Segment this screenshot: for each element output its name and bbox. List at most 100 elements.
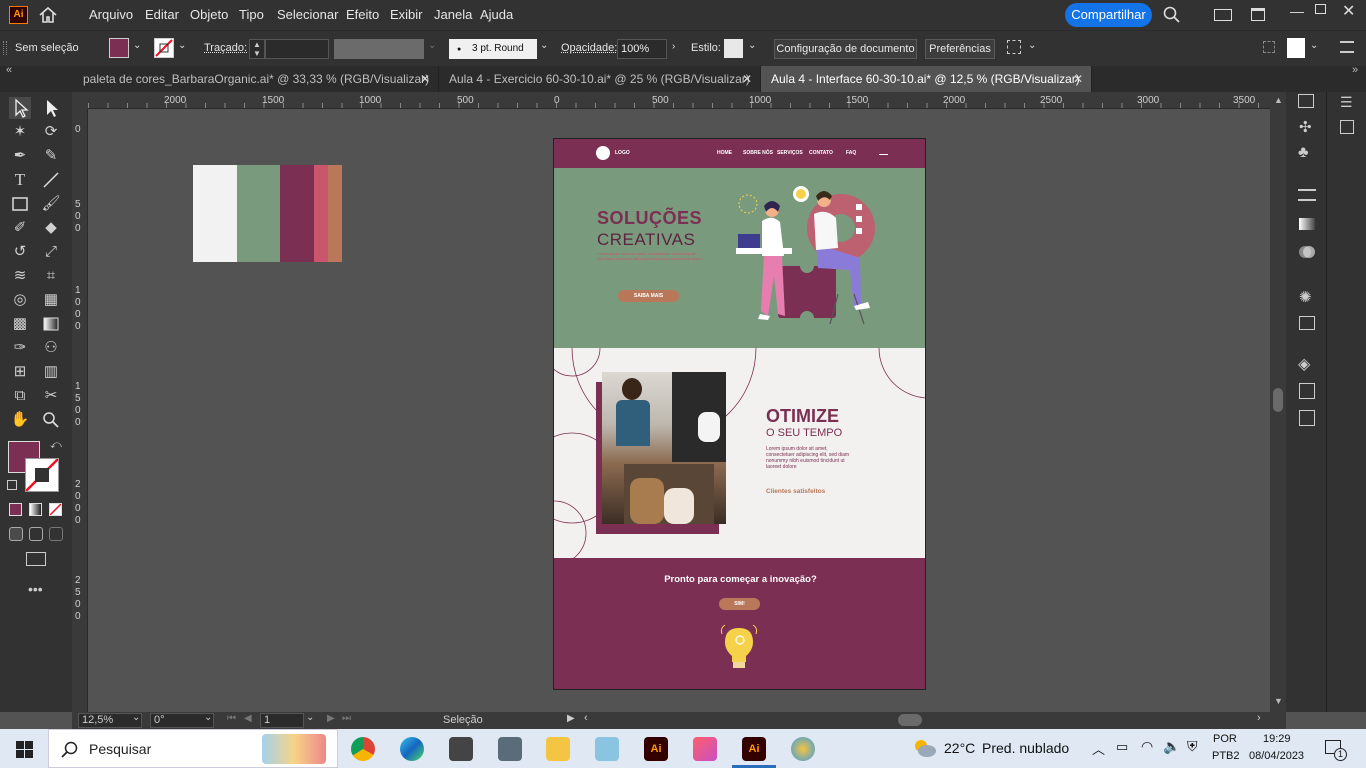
asset-export-icon[interactable] (1299, 316, 1315, 330)
artboard-number-field[interactable]: 1 (260, 713, 304, 728)
menu-ajuda[interactable]: Ajuda (480, 7, 513, 22)
clock-date[interactable]: 08/04/2023 (1249, 750, 1304, 762)
perspective-grid-icon[interactable]: ▦ (40, 289, 62, 311)
artboard[interactable]: LOGO HOME SOBRE NÓS SERVIÇOS CONTATO FAQ… (553, 138, 926, 690)
creative-cloud-icon[interactable] (693, 737, 717, 761)
free-transform-icon[interactable]: ⌗ (40, 265, 62, 287)
ruler-origin[interactable] (72, 92, 88, 109)
stroke-weight-stepper[interactable]: ▲ ▼ (249, 39, 265, 59)
artboards-icon[interactable] (1299, 410, 1315, 426)
shape-builder-icon[interactable]: ◎ (9, 289, 31, 311)
security-icon[interactable]: ⛨ (1187, 738, 1198, 755)
menu-editar[interactable]: Editar (145, 7, 179, 22)
draw-normal-icon[interactable] (9, 527, 23, 541)
eyedropper-icon[interactable]: ✑ (9, 337, 31, 359)
draw-inside-icon[interactable] (49, 527, 63, 541)
canvas[interactable]: LOGO HOME SOBRE NÓS SERVIÇOS CONTATO FAQ… (88, 109, 1270, 712)
menu-selecionar[interactable]: Selecionar (277, 7, 338, 22)
style-swatch[interactable] (724, 39, 743, 58)
layers-icon[interactable]: ◈ (1298, 354, 1310, 374)
chevron-down-icon[interactable]: ⌄ (178, 40, 186, 51)
scroll-down-icon[interactable]: ▼ (1274, 696, 1283, 706)
lasso-icon[interactable]: ⟳ (40, 121, 62, 143)
menu-tipo[interactable]: Tipo (239, 7, 264, 22)
variable-width-field[interactable] (334, 39, 424, 59)
wifi-icon[interactable]: ◠ (1141, 738, 1153, 755)
clock-time[interactable]: 19:29 (1263, 733, 1291, 745)
stroke-color-box[interactable] (25, 458, 59, 492)
windows-start-icon[interactable] (16, 741, 33, 758)
scroll-right-icon[interactable]: › (1257, 712, 1261, 724)
hand-tool-icon[interactable]: ✋ (9, 409, 31, 431)
chevron-down-icon[interactable]: ⌄ (306, 712, 314, 723)
eraser-icon[interactable]: ◆ (40, 217, 62, 239)
scroll-up-icon[interactable]: ▲ (1274, 95, 1283, 105)
next-artboard-icon[interactable]: ▶ (327, 713, 335, 724)
palette-swatch-green[interactable] (237, 165, 280, 262)
slice-tool-icon[interactable]: ✂ (40, 385, 62, 407)
panel-menu-icon[interactable] (1340, 41, 1354, 53)
shaper-tool-icon[interactable]: ✐ (9, 217, 31, 239)
home-icon[interactable] (38, 5, 58, 25)
tab-paleta[interactable]: paleta de cores_BarbaraOrganic.ai* @ 33,… (73, 66, 439, 92)
gradient-tool-icon[interactable] (40, 313, 62, 335)
preferences-button[interactable]: Preferências (925, 39, 995, 59)
share-button[interactable]: Compartilhar (1065, 3, 1152, 27)
appearance-icon[interactable]: ✺ (1299, 288, 1312, 306)
illustrator-active-icon[interactable]: Ai (742, 737, 766, 761)
palette-swatch-tan[interactable] (328, 165, 342, 262)
gradient-mode-icon[interactable] (29, 503, 42, 516)
align-panel-icon[interactable] (1287, 38, 1305, 58)
menu-arquivo[interactable]: Arquivo (89, 7, 133, 22)
mesh-tool-icon[interactable]: ▩ (9, 313, 31, 335)
language-2[interactable]: PTB2 (1212, 750, 1240, 762)
paint-icon[interactable] (791, 737, 815, 761)
calculator-icon[interactable] (498, 737, 522, 761)
stroke-weight-field[interactable] (265, 39, 329, 59)
illustrator-icon[interactable]: Ai (644, 737, 668, 761)
vertical-scrollbar[interactable]: ▲ ▼ (1270, 92, 1286, 712)
edge-icon[interactable] (400, 737, 424, 761)
weather-desc[interactable]: Pred. nublado (982, 740, 1069, 756)
horizontal-scroll-thumb[interactable] (898, 714, 922, 726)
symbol-sprayer-icon[interactable]: ⊞ (9, 361, 31, 383)
prev-artboard-icon[interactable]: ◀ (244, 713, 252, 724)
notes-icon[interactable] (595, 737, 619, 761)
stroke-panel-icon[interactable] (1298, 189, 1316, 201)
libraries-icon[interactable] (1298, 94, 1314, 108)
brushes-icon[interactable]: ✣ (1299, 118, 1312, 136)
rotate-tool-icon[interactable]: ↺ (9, 241, 31, 263)
restore-icon[interactable] (1315, 4, 1326, 14)
minimize-icon[interactable]: — (1290, 3, 1304, 19)
color-mode-icon[interactable] (9, 503, 22, 516)
blend-tool-icon[interactable]: ⚇ (40, 337, 62, 359)
type-tool-icon[interactable]: T (9, 169, 31, 191)
chevron-right-icon[interactable]: › (672, 41, 675, 52)
draw-behind-icon[interactable] (29, 527, 43, 541)
swap-colors-icon[interactable]: ⤺ (50, 439, 62, 452)
properties-icon[interactable]: ☰ (1340, 94, 1353, 111)
chevron-down-icon[interactable]: ⌄ (1310, 40, 1318, 51)
fill-swatch[interactable] (109, 38, 129, 58)
chevron-down-icon[interactable]: ⌄ (428, 40, 436, 51)
status-menu-icon[interactable]: ▶ (567, 713, 575, 724)
chevron-down-icon[interactable]: ⌄ (132, 712, 140, 723)
transparency-icon[interactable] (1298, 244, 1316, 260)
file-explorer-icon[interactable] (546, 737, 570, 761)
scale-tool-icon[interactable]: ⤢ (40, 241, 62, 263)
paintbrush-icon[interactable]: 🖌 (40, 193, 62, 215)
weather-temp[interactable]: 22°C (944, 740, 975, 756)
menu-efeito[interactable]: Efeito (346, 7, 379, 22)
stroke-label[interactable]: Traçado: (204, 42, 247, 54)
palette-swatch-pink[interactable] (314, 165, 328, 262)
palette-swatch-plum[interactable] (280, 165, 314, 262)
opacity-field[interactable]: 100% (617, 39, 667, 59)
default-colors-icon[interactable] (7, 480, 17, 490)
column-graph-icon[interactable]: ▥ (40, 361, 62, 383)
tab-exercicio[interactable]: Aula 4 - Exercicio 60-30-10.ai* @ 25 % (… (439, 66, 761, 92)
document-setup-button[interactable]: Configuração de documento (774, 39, 917, 59)
grid-icon[interactable] (1263, 41, 1275, 53)
screen-mode-icon[interactable] (26, 552, 46, 566)
curvature-tool-icon[interactable]: ✎ (40, 145, 62, 167)
selection-tool-icon[interactable] (9, 97, 31, 119)
